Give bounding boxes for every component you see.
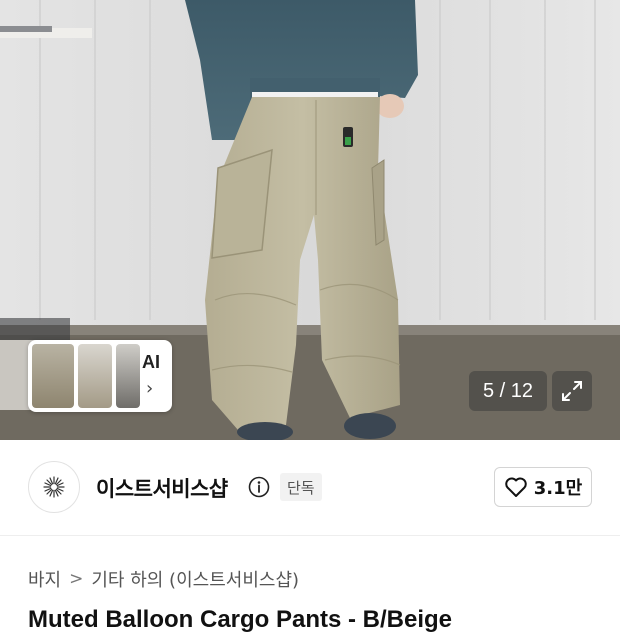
exclusive-badge: 단독 <box>280 473 322 501</box>
breadcrumb-item-category[interactable]: 바지 <box>28 566 61 592</box>
expand-button[interactable] <box>552 371 592 411</box>
expand-icon <box>562 381 582 401</box>
similar-thumbnail[interactable] <box>116 344 140 408</box>
divider <box>0 535 620 536</box>
ai-label: AI <box>142 352 160 372</box>
product-title: Muted Balloon Cargo Pants - B/Beige <box>28 606 453 633</box>
chevron-right-icon: › <box>146 378 154 399</box>
like-button[interactable]: 3.1만 <box>494 467 592 507</box>
similar-thumbnail[interactable] <box>78 344 112 408</box>
product-image[interactable]: AI › 5 / 12 <box>0 0 620 440</box>
shop-logo[interactable] <box>28 461 80 513</box>
breadcrumb: 바지 > 기타 하의 (이스트서비스샵) <box>28 566 299 592</box>
ai-similar-thumbnails[interactable]: AI › <box>28 340 172 412</box>
image-counter: 5 / 12 <box>469 371 547 411</box>
like-count: 3.1만 <box>533 478 583 499</box>
info-icon[interactable] <box>248 476 270 498</box>
breadcrumb-item-subcategory[interactable]: 기타 하의 (이스트서비스샵) <box>91 566 299 592</box>
similar-thumbnail[interactable] <box>32 344 74 408</box>
heart-icon <box>505 477 527 497</box>
shop-name[interactable]: 이스트서비스샵 <box>96 473 228 503</box>
breadcrumb-separator: > <box>69 569 84 589</box>
shop-logo-icon <box>43 476 65 498</box>
